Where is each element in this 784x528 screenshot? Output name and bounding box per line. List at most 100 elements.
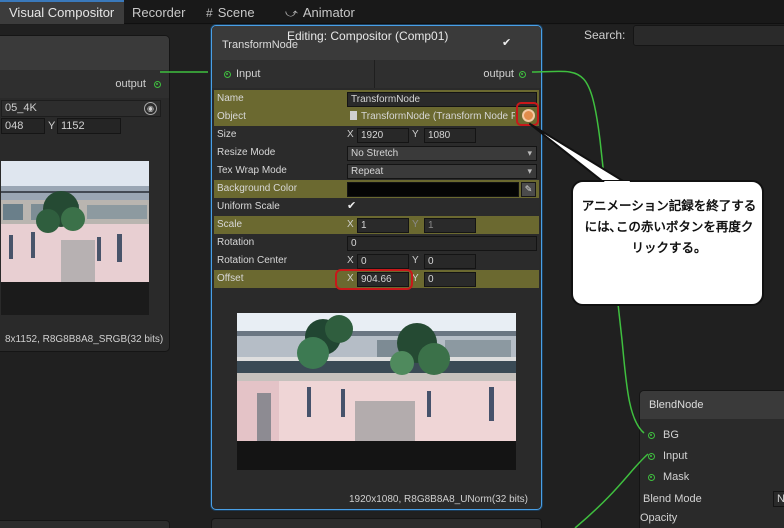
node-title: BlendNode	[649, 399, 704, 411]
prop-tex-wrap-mode: Tex Wrap Mode Repeat	[214, 162, 539, 180]
port-icon[interactable]	[648, 452, 655, 460]
node-header[interactable]: Editing: Compositor (Comp01) TransformNo…	[212, 26, 541, 60]
opacity-label: Opacity	[640, 512, 678, 524]
texture-field[interactable]: 05_4K ◉	[1, 100, 161, 117]
prop-label: Object	[217, 111, 246, 122]
resize-mode-dropdown[interactable]: No Stretch	[347, 146, 537, 161]
tab-label: Recorder	[132, 5, 186, 20]
background-color-swatch[interactable]	[347, 182, 519, 197]
annotation-highlight-offset	[335, 269, 413, 290]
eyedropper-icon[interactable]: ✎	[521, 182, 536, 197]
annotation-callout: アニメーション記録を終了するには､この赤いボタンを再度クリックする。	[571, 180, 764, 306]
port-label: Mask	[663, 471, 690, 483]
size-x-field[interactable]: 1920	[357, 128, 409, 143]
prop-label: Tex Wrap Mode	[217, 165, 287, 176]
prop-rotation-center: Rotation Center X 0 Y 0	[214, 252, 539, 270]
prop-label: Rotation Center	[217, 255, 288, 266]
node-header[interactable]: BlendNode	[640, 391, 784, 419]
texture-info-label: 1920x1080, R8G8B8A8_UNorm(32 bits)	[349, 494, 528, 505]
scale-x-field[interactable]: 1	[357, 218, 409, 233]
editing-label: Editing: Compositor (Comp01)	[287, 29, 449, 43]
tab-label: Scene	[217, 5, 255, 20]
prop-resize-mode: Resize Mode No Stretch	[214, 144, 539, 162]
x-axis-label: X	[347, 219, 354, 230]
bg-port[interactable]: BG	[648, 428, 679, 442]
output-port[interactable]: output	[483, 68, 531, 80]
prop-object: Object TransformNode (Transform Node P	[214, 102, 539, 126]
prop-label: Background Color	[217, 183, 298, 194]
input-port[interactable]: Input	[219, 68, 260, 80]
port-label: Input	[663, 450, 688, 462]
prop-label: Offset	[217, 273, 244, 284]
uniform-scale-checkbox[interactable]: ✔	[347, 199, 356, 212]
y-axis-label: Y	[48, 120, 56, 132]
rotation-center-y-field[interactable]: 0	[424, 254, 476, 269]
name-field[interactable]: TransformNode	[347, 92, 537, 107]
texture-info-label: 8x1152, R8G8B8A8_SRGB(32 bits)	[5, 334, 164, 345]
search-label: Search:	[584, 28, 626, 42]
node-ports: output	[0, 70, 169, 98]
prop-background-color: Background Color ✎	[214, 180, 539, 198]
input-port-icon[interactable]	[224, 70, 231, 78]
y-axis-label: Y	[412, 129, 419, 140]
node-ports: Input output	[212, 60, 541, 88]
prop-label: Size	[217, 129, 237, 140]
tab-label: Visual Compositor	[9, 5, 115, 20]
checkmark-icon[interactable]: ✔	[502, 36, 511, 49]
input-port-label: Input	[236, 68, 261, 80]
port-icon[interactable]	[648, 473, 655, 481]
node-title: TransformNode	[222, 39, 299, 51]
node-below[interactable]	[211, 518, 542, 528]
image-node[interactable]: output 05_4K ◉ 048 Y 1152 8x1152, R8G8B8…	[0, 35, 170, 352]
tab-visual-compositor[interactable]: Visual Compositor	[0, 0, 124, 24]
tab-scene[interactable]: # Scene	[206, 0, 255, 24]
prop-label: Scale	[217, 219, 243, 230]
tab-animator[interactable]: ⤻ Animator	[285, 0, 355, 24]
height-field[interactable]: 1152	[57, 118, 121, 134]
property-list: Name TransformNode Object TransformNode …	[214, 90, 539, 290]
rotation-field[interactable]: 0	[347, 236, 537, 251]
x-axis-label: X	[347, 129, 354, 140]
prop-uniform-scale: Uniform Scale ✔	[214, 198, 539, 216]
node-header[interactable]	[0, 36, 169, 70]
output-port-icon[interactable]	[154, 80, 161, 88]
y-axis-label: Y	[412, 273, 419, 284]
offset-y-field[interactable]: 0	[424, 272, 476, 287]
size-y-field[interactable]: 1080	[424, 128, 476, 143]
search-input[interactable]	[633, 25, 784, 46]
x-axis-label: X	[347, 255, 354, 266]
mask-port[interactable]: Mask	[648, 470, 689, 484]
node-below-left[interactable]	[0, 520, 170, 528]
scale-y-field: 1	[424, 218, 476, 233]
record-button[interactable]	[522, 109, 535, 122]
port-divider	[374, 60, 375, 88]
tab-label: Animator	[302, 5, 355, 20]
tab-recorder[interactable]: Recorder	[132, 0, 185, 24]
output-port-label: output	[115, 78, 146, 90]
tex-wrap-mode-dropdown[interactable]: Repeat	[347, 164, 537, 179]
object-picker-icon[interactable]: ◉	[144, 102, 157, 115]
prop-label: Uniform Scale	[217, 201, 280, 212]
transform-preview	[237, 313, 516, 470]
port-icon[interactable]	[648, 431, 655, 439]
prop-label: Name	[217, 93, 244, 104]
y-axis-label: Y	[412, 255, 419, 266]
object-value: TransformNode (Transform Node P	[361, 111, 515, 122]
object-field[interactable]: TransformNode (Transform Node P	[347, 110, 515, 125]
texture-preview	[1, 161, 149, 315]
prop-label: Resize Mode	[217, 147, 276, 158]
width-field[interactable]: 048	[1, 118, 45, 134]
port-label: BG	[663, 429, 679, 441]
output-port-label: output	[483, 68, 514, 80]
output-port[interactable]: output	[115, 78, 161, 90]
animator-icon: ⤻	[285, 6, 298, 20]
output-port-icon[interactable]	[519, 70, 526, 78]
blend-node[interactable]: BlendNode BG Input Mask Blend Mode N Opa…	[639, 390, 784, 528]
prop-label: Rotation	[217, 237, 255, 248]
prop-rotation: Rotation 0	[214, 234, 539, 252]
rotation-center-x-field[interactable]: 0	[357, 254, 409, 269]
input-port[interactable]: Input	[648, 449, 687, 463]
blend-mode-dropdown[interactable]: N	[773, 491, 784, 507]
transform-node[interactable]: Editing: Compositor (Comp01) TransformNo…	[211, 25, 542, 510]
script-file-icon	[350, 111, 357, 120]
